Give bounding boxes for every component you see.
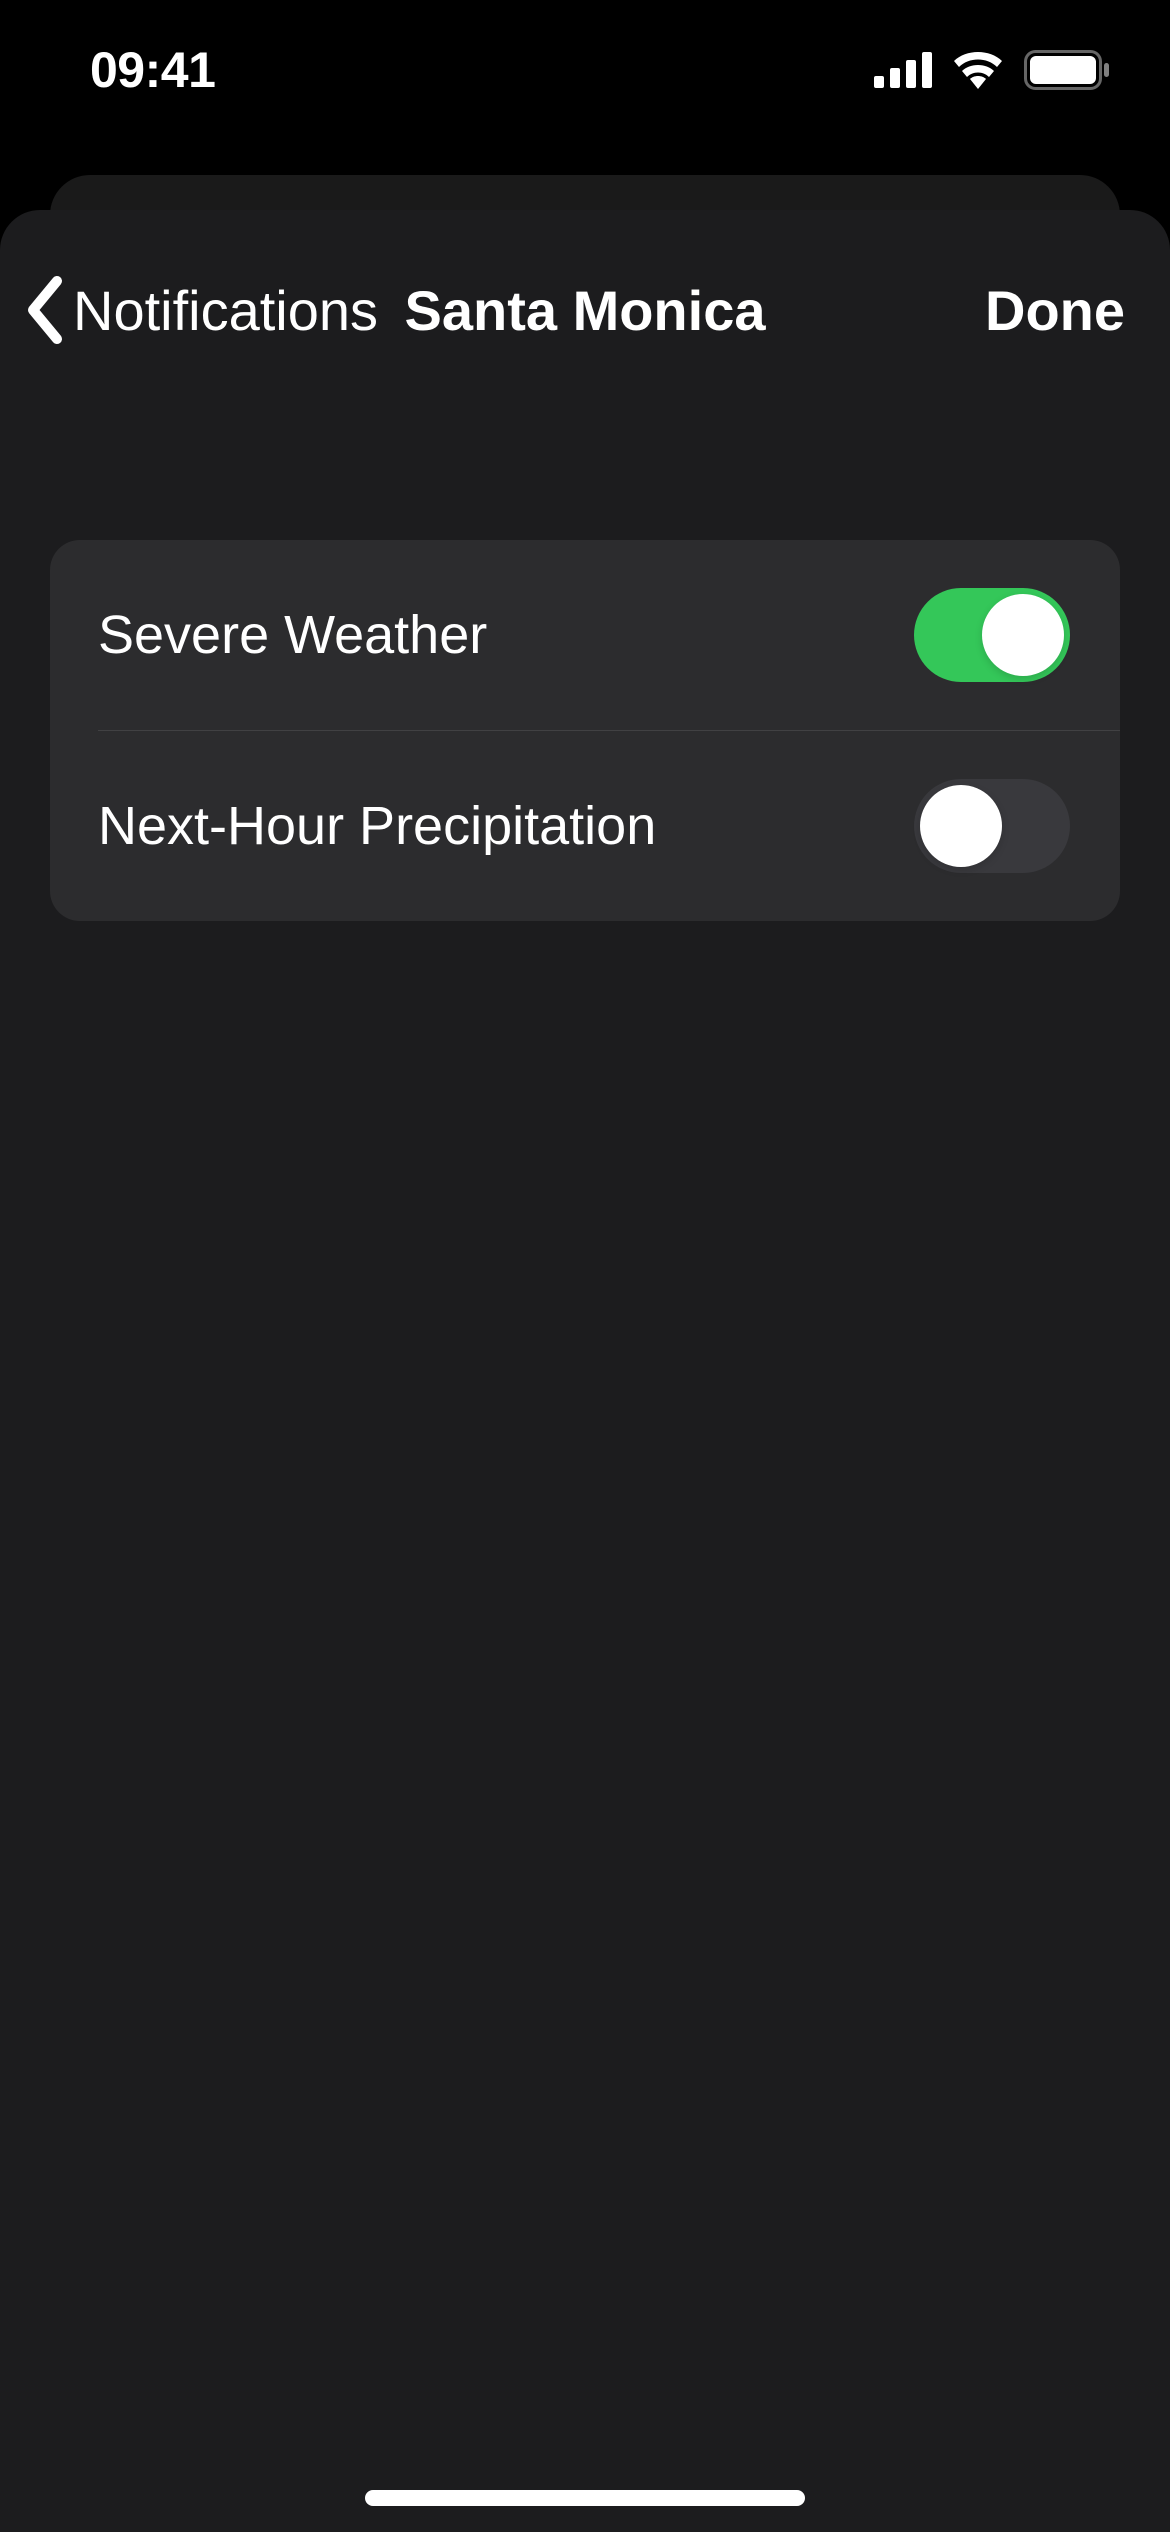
- settings-sheet: Notifications Santa Monica Done Severe W…: [0, 210, 1170, 2532]
- toggle-knob: [920, 785, 1002, 867]
- setting-row-severe-weather: Severe Weather: [50, 540, 1120, 730]
- cellular-signal-icon: [874, 52, 932, 88]
- done-button[interactable]: Done: [985, 278, 1125, 343]
- wifi-icon: [952, 51, 1004, 89]
- home-indicator-area: [0, 2490, 1170, 2506]
- back-button[interactable]: Notifications: [25, 275, 378, 345]
- home-indicator[interactable]: [365, 2490, 805, 2506]
- settings-list: Severe Weather Next-Hour Precipitation: [50, 540, 1120, 921]
- back-label: Notifications: [73, 278, 378, 343]
- toggle-severe-weather[interactable]: [914, 588, 1070, 682]
- setting-label: Severe Weather: [98, 604, 487, 666]
- battery-icon: [1024, 50, 1110, 90]
- content: Severe Weather Next-Hour Precipitation: [0, 410, 1170, 921]
- status-indicators: [874, 50, 1110, 90]
- page-title: Santa Monica: [405, 278, 766, 343]
- toggle-next-hour-precipitation[interactable]: [914, 779, 1070, 873]
- status-bar: 09:41: [0, 0, 1170, 140]
- setting-label: Next-Hour Precipitation: [98, 795, 656, 857]
- chevron-left-icon: [25, 275, 65, 345]
- status-time: 09:41: [90, 41, 215, 99]
- toggle-knob: [982, 594, 1064, 676]
- navigation-bar: Notifications Santa Monica Done: [0, 210, 1170, 410]
- setting-row-next-hour-precipitation: Next-Hour Precipitation: [50, 731, 1120, 921]
